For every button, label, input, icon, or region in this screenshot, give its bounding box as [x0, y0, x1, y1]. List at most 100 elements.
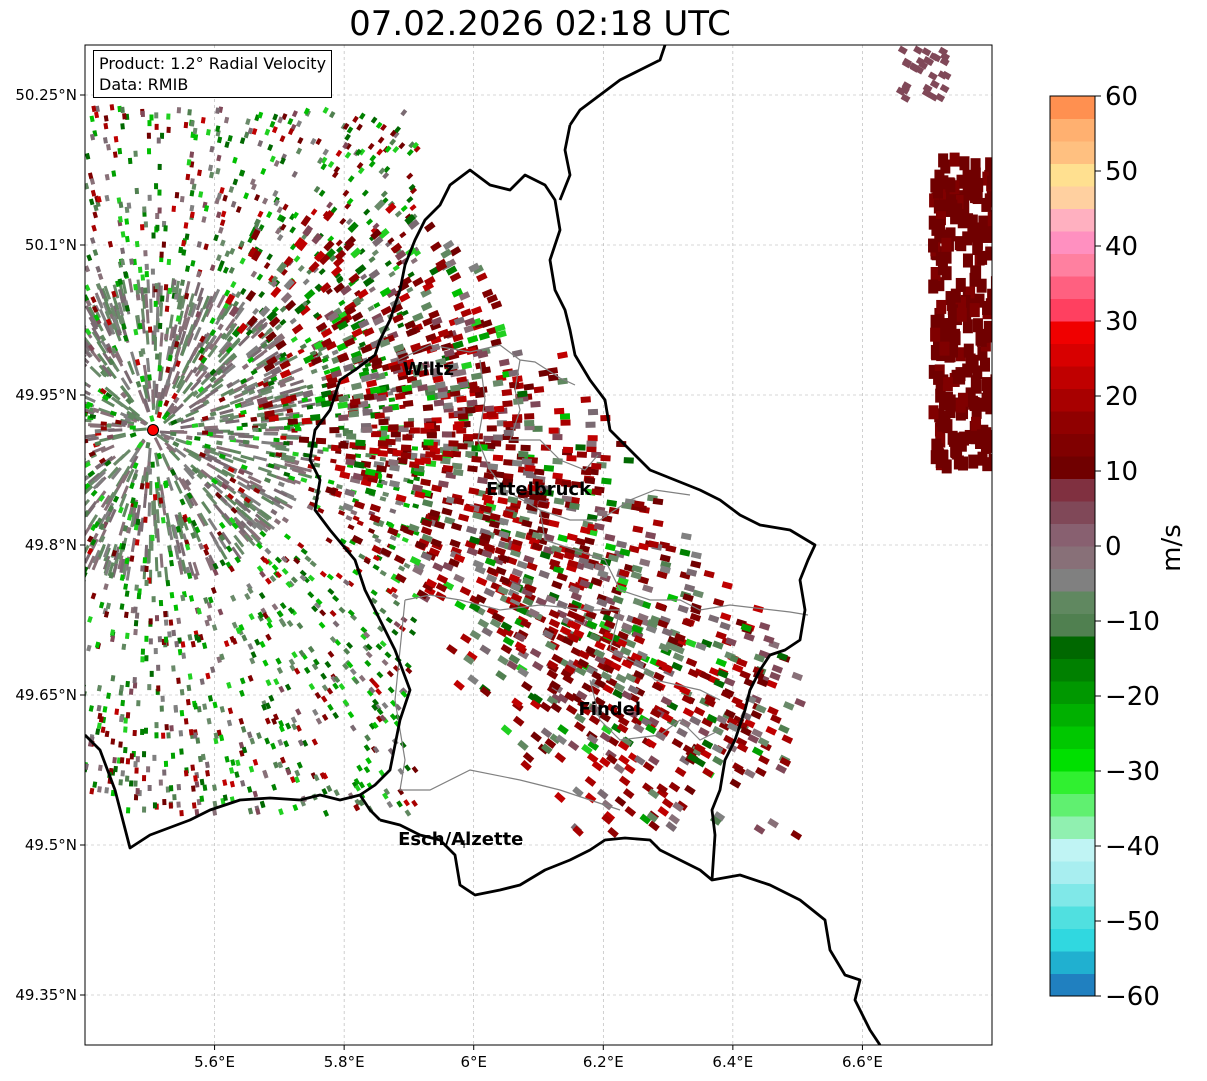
echo-cell: [43, 497, 56, 508]
echo-cell: [127, 157, 133, 165]
echo-cell: [163, 225, 168, 232]
echo-cell: [36, 497, 49, 507]
colorbar-swatch: [1050, 681, 1095, 704]
echo-cell: [60, 451, 74, 458]
colorbar-tick-label: 50: [1105, 157, 1138, 187]
echo-cell: [128, 780, 134, 787]
echo-cell: [104, 730, 110, 738]
echo-cell: [552, 457, 563, 465]
echo-cell: [94, 429, 101, 434]
echo-cell: [388, 424, 399, 431]
echo-cell: [158, 322, 163, 330]
echo-cell: [973, 178, 984, 193]
echo-cell: [123, 746, 128, 754]
echo-cell: [59, 350, 72, 361]
echo-cell: [156, 137, 161, 144]
colorbar-tick-label: 10: [1105, 457, 1138, 487]
colorbar-tick-label: −20: [1105, 682, 1160, 712]
echo-cell: [47, 369, 61, 378]
echo-cell: [122, 113, 127, 120]
echo-cell: [562, 446, 574, 454]
echo-cell: [15, 496, 29, 505]
echo-cell: [120, 106, 125, 114]
y-tick-label: 49.65°N: [15, 686, 77, 704]
echo-cell: [176, 677, 181, 684]
echo-cell: [930, 327, 941, 342]
colorbar-swatch: [1050, 253, 1095, 277]
echo-cell: [66, 309, 77, 322]
echo-cell: [242, 439, 250, 445]
echo-cell: [36, 368, 50, 377]
echo-cell: [161, 732, 166, 739]
echo-cell: [23, 449, 37, 455]
city-label: Ettelbruck: [486, 479, 592, 500]
echo-cell: [362, 426, 373, 433]
echo-cell: [972, 190, 983, 205]
echo-cell: [15, 447, 29, 452]
echo-cell: [143, 221, 149, 228]
echo-cell: [32, 521, 45, 532]
echo-cell: [955, 398, 966, 413]
echo-cell: [140, 565, 145, 572]
echo-cell: [199, 778, 205, 786]
colorbar-swatch: [1050, 186, 1095, 209]
echo-cell: [119, 715, 124, 723]
echo-cell: [29, 514, 42, 525]
echo-cell: [85, 452, 86, 459]
echo-cell: [186, 159, 192, 166]
echo-cell: [0, 443, 13, 448]
city-label: Wiltz: [403, 359, 454, 380]
echo-cell: [141, 751, 147, 758]
echo-cell: [978, 215, 989, 230]
echo-cell: [124, 218, 130, 225]
echo-cell: [530, 400, 541, 408]
echo-cell: [144, 544, 149, 560]
echo-cell: [982, 228, 992, 243]
echo-cell: [32, 456, 46, 463]
echo-cell: [68, 498, 80, 510]
echo-cell: [194, 436, 201, 441]
echo-cell: [63, 415, 77, 420]
echo-cell: [199, 795, 205, 803]
echo-cell: [143, 516, 148, 523]
colorbar-tick-label: −40: [1105, 832, 1160, 862]
echo-cell: [346, 433, 357, 440]
echo-cell: [190, 764, 196, 771]
echo-cell: [0, 469, 10, 476]
echo-cell: [0, 475, 11, 482]
echo-cell: [388, 397, 396, 403]
echo-cell: [37, 502, 50, 513]
echo-cell: [938, 153, 949, 168]
echo-cell: [17, 494, 31, 503]
echo-cell: [36, 474, 50, 482]
echo-cell: [154, 557, 159, 572]
echo-cell: [456, 395, 467, 403]
echo-cell: [355, 439, 366, 447]
echo-cell: [33, 440, 47, 445]
echo-cell: [486, 411, 497, 418]
echo-cell: [172, 794, 177, 801]
echo-cell: [134, 612, 140, 619]
echo-cell: [59, 360, 72, 371]
echo-cell: [53, 510, 65, 522]
echo-cell: [176, 107, 182, 114]
echo-cell: [73, 330, 84, 343]
colorbar-swatch: [1050, 343, 1095, 367]
echo-cell: [4, 463, 18, 469]
echo-cell: [181, 652, 187, 659]
echo-cell: [524, 413, 535, 420]
echo-cell: [67, 325, 78, 338]
echo-cell: [158, 779, 163, 786]
echo-cell: [112, 151, 118, 158]
echo-cell: [20, 348, 34, 358]
echo-cell: [600, 454, 611, 462]
echo-cell: [16, 428, 30, 431]
echo-cell: [329, 427, 340, 434]
echo-cell: [176, 617, 182, 625]
echo-cell: [141, 775, 147, 782]
echo-cell: [149, 480, 153, 496]
echo-cell: [140, 728, 145, 736]
colorbar-swatch: [1050, 973, 1095, 997]
echo-cell: [133, 283, 138, 291]
echo-cell: [338, 442, 349, 449]
